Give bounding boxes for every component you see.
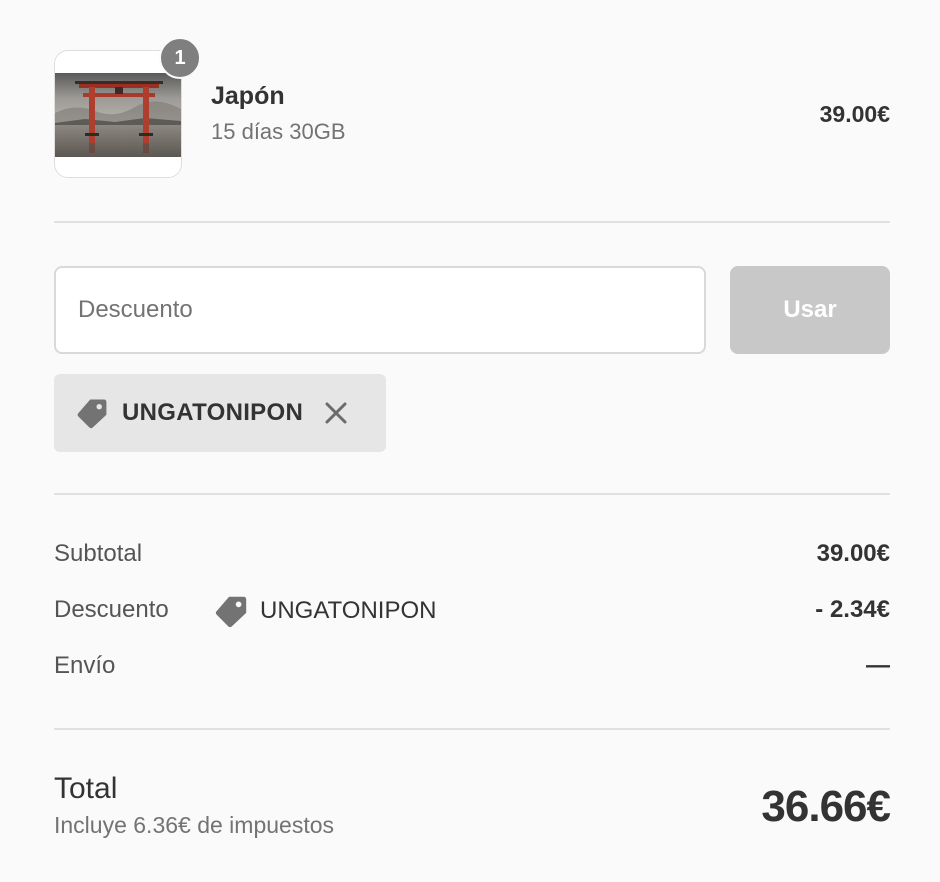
shipping-row: Envío — xyxy=(54,652,890,688)
discount-value: - 2.34€ xyxy=(815,596,890,623)
close-icon[interactable] xyxy=(323,400,349,426)
product-name: Japón xyxy=(211,82,285,110)
discount-code-input[interactable] xyxy=(54,266,706,354)
order-summary: 1 Japón 15 días 30GB 39.00€ Usar UNGATON… xyxy=(0,0,940,882)
subtotal-row: Subtotal 39.00€ xyxy=(54,540,890,576)
divider xyxy=(54,728,890,730)
discount-code: UNGATONIPON xyxy=(260,597,437,624)
total-value: 36.66€ xyxy=(761,782,891,831)
product-price: 39.00€ xyxy=(819,101,890,127)
subtotal-value: 39.00€ xyxy=(816,540,890,567)
applied-discount-chip: UNGATONIPON xyxy=(54,374,386,452)
product-thumbnail: 1 xyxy=(54,37,201,178)
subtotal-label: Subtotal xyxy=(54,540,143,567)
applied-discount-code: UNGATONIPON xyxy=(122,399,304,426)
shipping-label: Envío xyxy=(54,652,116,679)
tag-icon xyxy=(77,399,107,429)
discount-code-tag: UNGATONIPON xyxy=(212,592,436,630)
quantity-badge: 1 xyxy=(159,37,201,79)
divider xyxy=(54,493,890,495)
divider xyxy=(54,221,890,223)
discount-row: Descuento UNGATONIPON - 2.34€ xyxy=(54,596,890,632)
torii-gate-photo xyxy=(55,73,181,157)
total-label: Total xyxy=(54,772,118,805)
discount-label: Descuento xyxy=(54,596,169,623)
line-item: 1 Japón 15 días 30GB 39.00€ xyxy=(54,37,890,178)
tax-note: Incluye 6.36€ de impuestos xyxy=(54,812,335,838)
product-variant: 15 días 30GB xyxy=(211,119,346,144)
apply-discount-button[interactable]: Usar xyxy=(730,266,890,354)
tag-icon xyxy=(215,596,247,628)
shipping-value: — xyxy=(866,652,890,679)
